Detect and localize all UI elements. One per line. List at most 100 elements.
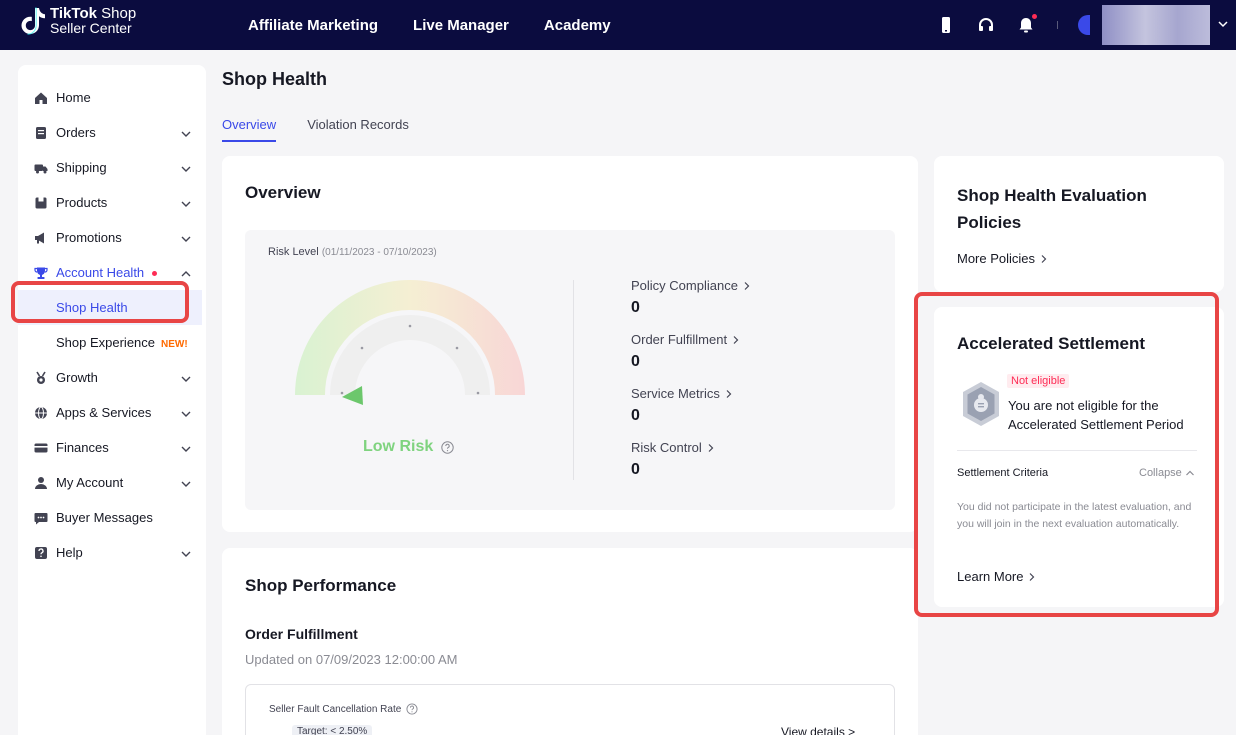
tab-overview[interactable]: Overview: [222, 117, 277, 142]
risk-level-label: Risk Level (01/11/2023 - 07/10/2023): [268, 246, 437, 258]
sidebar-item-home[interactable]: Home: [18, 80, 206, 115]
account-name-blurred[interactable]: [1102, 5, 1210, 45]
chevron-down-icon: [180, 197, 192, 209]
policies-title-line1: Shop Health Evaluation: [957, 186, 1147, 205]
chevron-down-icon: [180, 232, 192, 244]
policies-title-line2: Policies: [957, 213, 1022, 232]
chevron-down-icon[interactable]: [1210, 18, 1236, 33]
metric-order-fulfillment[interactable]: Order Fulfillment 0: [631, 332, 741, 371]
metric-value: 0: [631, 353, 640, 370]
target-badge: Target: < 2.50%: [292, 725, 373, 735]
chevron-down-icon: [180, 547, 192, 559]
sidebar: Home Orders Shipping Products Promotions…: [18, 65, 206, 735]
top-navigation-bar: TikTok Shop Seller Center Affiliate Mark…: [0, 0, 1236, 50]
chevron-down-icon: [180, 127, 192, 139]
chevron-down-icon: [180, 372, 192, 384]
sidebar-item-label: Help: [56, 545, 83, 560]
chevron-right-icon: [1041, 254, 1047, 263]
sidebar-item-label: Buyer Messages: [56, 510, 153, 525]
metric-label-text: Seller Fault Cancellation Rate: [269, 703, 402, 715]
sidebar-item-label: Apps & Services: [56, 405, 152, 420]
metric-label: Seller Fault Cancellation Rate: [269, 703, 418, 715]
metric-value: 0: [631, 461, 640, 478]
truck-icon: [34, 161, 48, 175]
metric-value: 0: [631, 299, 640, 316]
sidebar-item-label: Home: [56, 90, 91, 105]
chevron-down-icon: [180, 162, 192, 174]
sidebar-item-label: Shipping: [56, 160, 107, 175]
annotation-highlight-shop-health: [11, 281, 189, 323]
sidebar-item-orders[interactable]: Orders: [18, 115, 206, 150]
view-details-link[interactable]: View details >: [781, 725, 855, 735]
orders-icon: [34, 126, 48, 140]
notification-dot: [1032, 14, 1037, 19]
avatar[interactable]: [1078, 15, 1090, 35]
risk-gauge: [295, 280, 525, 405]
risk-value: Low Risk: [363, 438, 454, 456]
tiktok-shop-logo[interactable]: TikTok Shop Seller Center: [20, 6, 136, 36]
sidebar-item-promotions[interactable]: Promotions: [18, 220, 206, 255]
nav-affiliate-marketing[interactable]: Affiliate Marketing: [248, 17, 378, 34]
sidebar-item-help[interactable]: Help: [18, 535, 206, 570]
sidebar-item-shipping[interactable]: Shipping: [18, 150, 206, 185]
metric-policy-compliance[interactable]: Policy Compliance 0: [631, 278, 752, 317]
sidebar-item-label: Finances: [56, 440, 109, 455]
globe-icon: [34, 406, 48, 420]
metric-risk-control[interactable]: Risk Control 0: [631, 440, 716, 479]
question-icon: [406, 703, 418, 715]
megaphone-icon: [34, 231, 48, 245]
trophy-icon: [34, 266, 48, 280]
question-icon[interactable]: [441, 440, 454, 454]
brand-subtitle: Seller Center: [50, 20, 132, 36]
top-right-controls: [937, 0, 1236, 50]
chevron-down-icon: [180, 407, 192, 419]
chevron-down-icon: [180, 442, 192, 454]
sidebar-item-apps-services[interactable]: Apps & Services: [18, 395, 206, 430]
nav-live-manager[interactable]: Live Manager: [413, 17, 509, 34]
more-policies-text: More Policies: [957, 251, 1036, 266]
risk-value-text: Low Risk: [363, 438, 434, 455]
card-icon: [34, 441, 48, 455]
metric-label-text: Policy Compliance: [631, 278, 738, 293]
new-badge: NEW!: [161, 339, 188, 350]
home-icon: [34, 91, 48, 105]
chevron-right-icon: [726, 389, 732, 398]
headset-icon[interactable]: [977, 16, 995, 34]
nav-academy[interactable]: Academy: [544, 17, 611, 34]
tab-bar: Overview Violation Records: [222, 117, 409, 142]
metric-service-metrics[interactable]: Service Metrics 0: [631, 386, 734, 425]
page-title: Shop Health: [222, 69, 328, 89]
chevron-down-icon: [180, 477, 192, 489]
sidebar-subitem-label: Shop Experience NEW!: [56, 335, 188, 350]
shop-performance-title: Shop Performance: [245, 576, 397, 595]
metric-label: Risk Control: [631, 440, 716, 455]
chevron-right-icon: [744, 281, 750, 290]
sidebar-item-products[interactable]: Products: [18, 185, 206, 220]
metric-card-seller-fault: Seller Fault Cancellation Rate - Target:…: [245, 684, 895, 735]
overview-title: Overview: [245, 183, 321, 202]
metric-label-text: Risk Control: [631, 440, 702, 455]
sidebar-item-buyer-messages[interactable]: Buyer Messages: [18, 500, 206, 535]
divider: [573, 280, 574, 480]
chevron-up-icon: [180, 267, 192, 279]
metric-label: Service Metrics: [631, 386, 734, 401]
sidebar-item-my-account[interactable]: My Account: [18, 465, 206, 500]
shop-experience-label: Shop Experience: [56, 335, 156, 350]
metric-value: -: [270, 731, 274, 735]
metric-label: Policy Compliance: [631, 278, 752, 293]
sidebar-item-finances[interactable]: Finances: [18, 430, 206, 465]
sidebar-item-label: Account Health: [56, 265, 158, 280]
tab-violation-records[interactable]: Violation Records: [307, 117, 409, 142]
tiktok-logo-icon: [20, 6, 46, 36]
metric-label-text: Service Metrics: [631, 386, 720, 401]
sidebar-item-growth[interactable]: Growth: [18, 360, 206, 395]
sidebar-subitem-shop-experience[interactable]: Shop Experience NEW!: [18, 325, 206, 360]
annotation-highlight-settlement: [914, 292, 1219, 617]
metric-label-text: Order Fulfillment: [631, 332, 728, 347]
more-policies-link[interactable]: More Policies: [957, 251, 1049, 266]
top-nav: Affiliate Marketing Live Manager Academy: [248, 0, 611, 50]
account-health-label: Account Health: [56, 265, 145, 280]
phone-icon[interactable]: [937, 16, 955, 34]
notification-dot: [152, 271, 158, 277]
bell-icon[interactable]: [1017, 14, 1037, 34]
